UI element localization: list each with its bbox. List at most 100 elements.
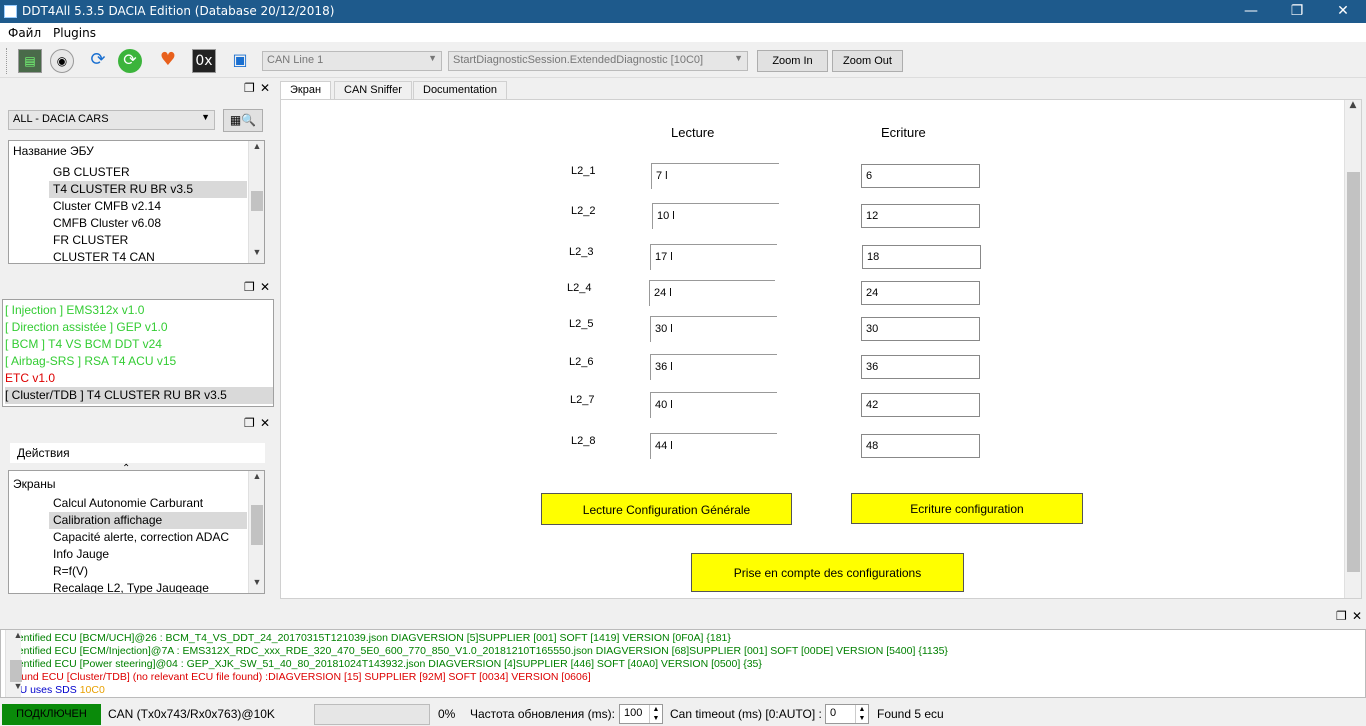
tab-documentation[interactable]: Documentation <box>413 81 507 100</box>
write-input[interactable]: 24 <box>861 281 980 305</box>
spinner-arrows-icon[interactable]: ▲ ▼ <box>649 705 662 723</box>
monitor-icon[interactable]: ▤ <box>18 49 42 73</box>
progress-text: 0% <box>438 707 456 721</box>
scroll-up-icon[interactable]: ▲ <box>249 141 264 157</box>
close-panel-icon[interactable]: ✕ <box>260 81 270 95</box>
scroll-down-icon[interactable]: ▼ <box>249 247 264 263</box>
ecu-list-item[interactable]: T4 CLUSTER RU BR v3.5 <box>49 181 247 198</box>
close-button[interactable]: ✕ <box>1320 0 1366 23</box>
timeout-spinner[interactable]: 0 ▲ ▼ <box>825 704 869 724</box>
tab-screen[interactable]: Экран <box>280 81 332 101</box>
screens-list[interactable]: Экраны Calcul Autonomie Carburant Calibra… <box>8 470 265 594</box>
session-select[interactable]: StartDiagnosticSession.ExtendedDiagnosti… <box>448 51 748 71</box>
title-bar: DDT4All 5.3.5 DACIA Edition (Database 20… <box>0 0 1366 23</box>
menu-file[interactable]: Файл <box>8 26 41 40</box>
spinner-arrows-icon[interactable]: ▲ ▼ <box>855 705 868 723</box>
refresh-rate-spinner[interactable]: 100 ▲ ▼ <box>619 704 663 724</box>
read-value: 10 l <box>652 203 779 229</box>
zoom-in-button[interactable]: Zoom In <box>757 50 828 72</box>
log-scrollbar[interactable]: ▲ ▼ <box>5 630 22 697</box>
chevron-down-icon: ▼ <box>734 53 743 63</box>
close-panel-icon[interactable]: ✕ <box>260 416 270 430</box>
row-label: L2_3 <box>569 246 594 258</box>
read-value: 24 l <box>649 280 775 306</box>
apply-config-button[interactable]: Prise en compte des configurations <box>691 553 964 592</box>
vehicle-filter-select[interactable]: ALL - DACIA CARS ▼ <box>8 110 215 130</box>
row-label: L2_1 <box>571 165 596 177</box>
ecu-list[interactable]: Название ЭБУ GB CLUSTER T4 CLUSTER RU BR … <box>8 140 265 264</box>
screen-list-item[interactable]: Calcul Autonomie Carburant <box>49 495 247 512</box>
scroll-thumb[interactable] <box>251 505 263 545</box>
write-input[interactable]: 12 <box>861 204 980 228</box>
network-click-icon[interactable]: ▣ <box>228 49 252 73</box>
found-ecu-item[interactable]: [ Cluster/TDB ] T4 CLUSTER RU BR v3.5 <box>5 387 273 404</box>
maximize-button[interactable]: ❐ <box>1274 0 1320 23</box>
scroll-down-icon[interactable]: ▼ <box>249 577 264 593</box>
screen-list-item[interactable]: Recalage L2, Type Jaugeage <box>49 580 247 593</box>
scroll-up-icon[interactable]: ▲ <box>249 471 264 487</box>
log-output[interactable]: Identified ECU [BCM/UCH]@26 : BCM_T4_VS_… <box>0 629 1366 698</box>
screens-header: Экраны <box>13 477 56 491</box>
refresh-icon[interactable]: ⟳ <box>86 49 110 73</box>
timeout-value: 0 <box>830 707 837 719</box>
screen-list-item[interactable]: R=f(V) <box>49 563 247 580</box>
found-ecu-list[interactable]: [ Injection ] EMS312x v1.0[ Direction as… <box>2 299 274 407</box>
write-input[interactable]: 42 <box>861 393 980 417</box>
scroll-up-icon[interactable]: ▲ <box>10 630 26 646</box>
scroll-thumb[interactable] <box>10 660 22 682</box>
found-ecu-item[interactable]: [ BCM ] T4 VS BCM DDT v24 <box>5 336 273 353</box>
zoom-out-button[interactable]: Zoom Out <box>832 50 903 72</box>
tab-can-sniffer[interactable]: CAN Sniffer <box>334 81 412 100</box>
write-input[interactable]: 48 <box>861 434 980 458</box>
ecu-list-item[interactable]: Cluster CMFB v2.14 <box>49 198 247 215</box>
scroll-up-icon[interactable]: ▲ <box>1345 100 1361 116</box>
screens-list-scrollbar[interactable]: ▲ ▼ <box>248 471 264 593</box>
write-config-button[interactable]: Ecriture configuration <box>851 493 1083 524</box>
float-icon[interactable]: ❐ <box>1336 609 1347 623</box>
ecu-list-scrollbar[interactable]: ▲ ▼ <box>248 141 264 263</box>
found-ecu-item[interactable]: [ Injection ] EMS312x v1.0 <box>5 302 273 319</box>
ecu-list-item[interactable]: CMFB Cluster v6.08 <box>49 215 247 232</box>
progress-bar <box>314 704 430 725</box>
scroll-down-icon[interactable]: ▼ <box>10 681 26 697</box>
close-panel-icon[interactable]: ✕ <box>260 280 270 294</box>
scroll-thumb[interactable] <box>1347 172 1360 572</box>
write-input[interactable]: 18 <box>862 245 981 269</box>
refresh-rate-value: 100 <box>624 707 643 719</box>
minimize-button[interactable]: — <box>1228 0 1274 23</box>
found-ecu-item[interactable]: ETC v1.0 <box>5 370 273 387</box>
reload-icon[interactable]: ⟳ <box>118 49 142 73</box>
float-icon[interactable]: ❐ <box>244 416 255 430</box>
timeout-label: Can timeout (ms) [0:AUTO] : <box>670 707 822 721</box>
write-input[interactable]: 6 <box>861 164 980 188</box>
write-input[interactable]: 30 <box>861 317 980 341</box>
found-ecu-item[interactable]: [ Direction assistée ] GEP v1.0 <box>5 319 273 336</box>
screen-list-item[interactable]: Info Jauge <box>49 546 247 563</box>
ecu-list-item[interactable]: GB CLUSTER <box>49 164 247 181</box>
ecu-list-item[interactable]: CLUSTER T4 CAN <box>49 249 247 263</box>
toolbar-grip <box>6 48 9 74</box>
found-ecu-count: Found 5 ecu <box>877 707 944 721</box>
connect-icon[interactable]: ◉ <box>50 49 74 73</box>
screen-list-item[interactable]: Calibration affichage <box>49 512 247 529</box>
actions-header[interactable]: Действия <box>10 443 265 463</box>
hex-icon[interactable]: 0x <box>192 49 216 73</box>
session-value: StartDiagnosticSession.ExtendedDiagnosti… <box>453 54 704 66</box>
close-panel-icon[interactable]: ✕ <box>1352 609 1362 623</box>
scan-ecu-button[interactable]: ▦🔍 <box>223 109 263 132</box>
ecu-list-item[interactable]: FR CLUSTER <box>49 232 247 249</box>
found-ecu-item[interactable]: [ Airbag-SRS ] RSA T4 ACU v15 <box>5 353 273 370</box>
row-label: L2_8 <box>571 435 596 447</box>
float-icon[interactable]: ❐ <box>244 81 255 95</box>
write-input[interactable]: 36 <box>861 355 980 379</box>
screen-list-item[interactable]: Capacité alerte, correction ADAC <box>49 529 247 546</box>
menu-plugins[interactable]: Plugins <box>53 26 96 40</box>
float-icon[interactable]: ❐ <box>244 280 255 294</box>
screen-scrollbar[interactable]: ▲ <box>1344 100 1361 598</box>
sds-code: 10C0 <box>79 684 105 696</box>
scroll-thumb[interactable] <box>251 191 263 211</box>
heart-plus-icon[interactable]: ♥ <box>156 49 180 73</box>
read-config-button[interactable]: Lecture Configuration Générale <box>541 493 792 525</box>
vehicle-filter-value: ALL - DACIA CARS <box>13 113 109 125</box>
can-line-select[interactable]: CAN Line 1 ▼ <box>262 51 442 71</box>
